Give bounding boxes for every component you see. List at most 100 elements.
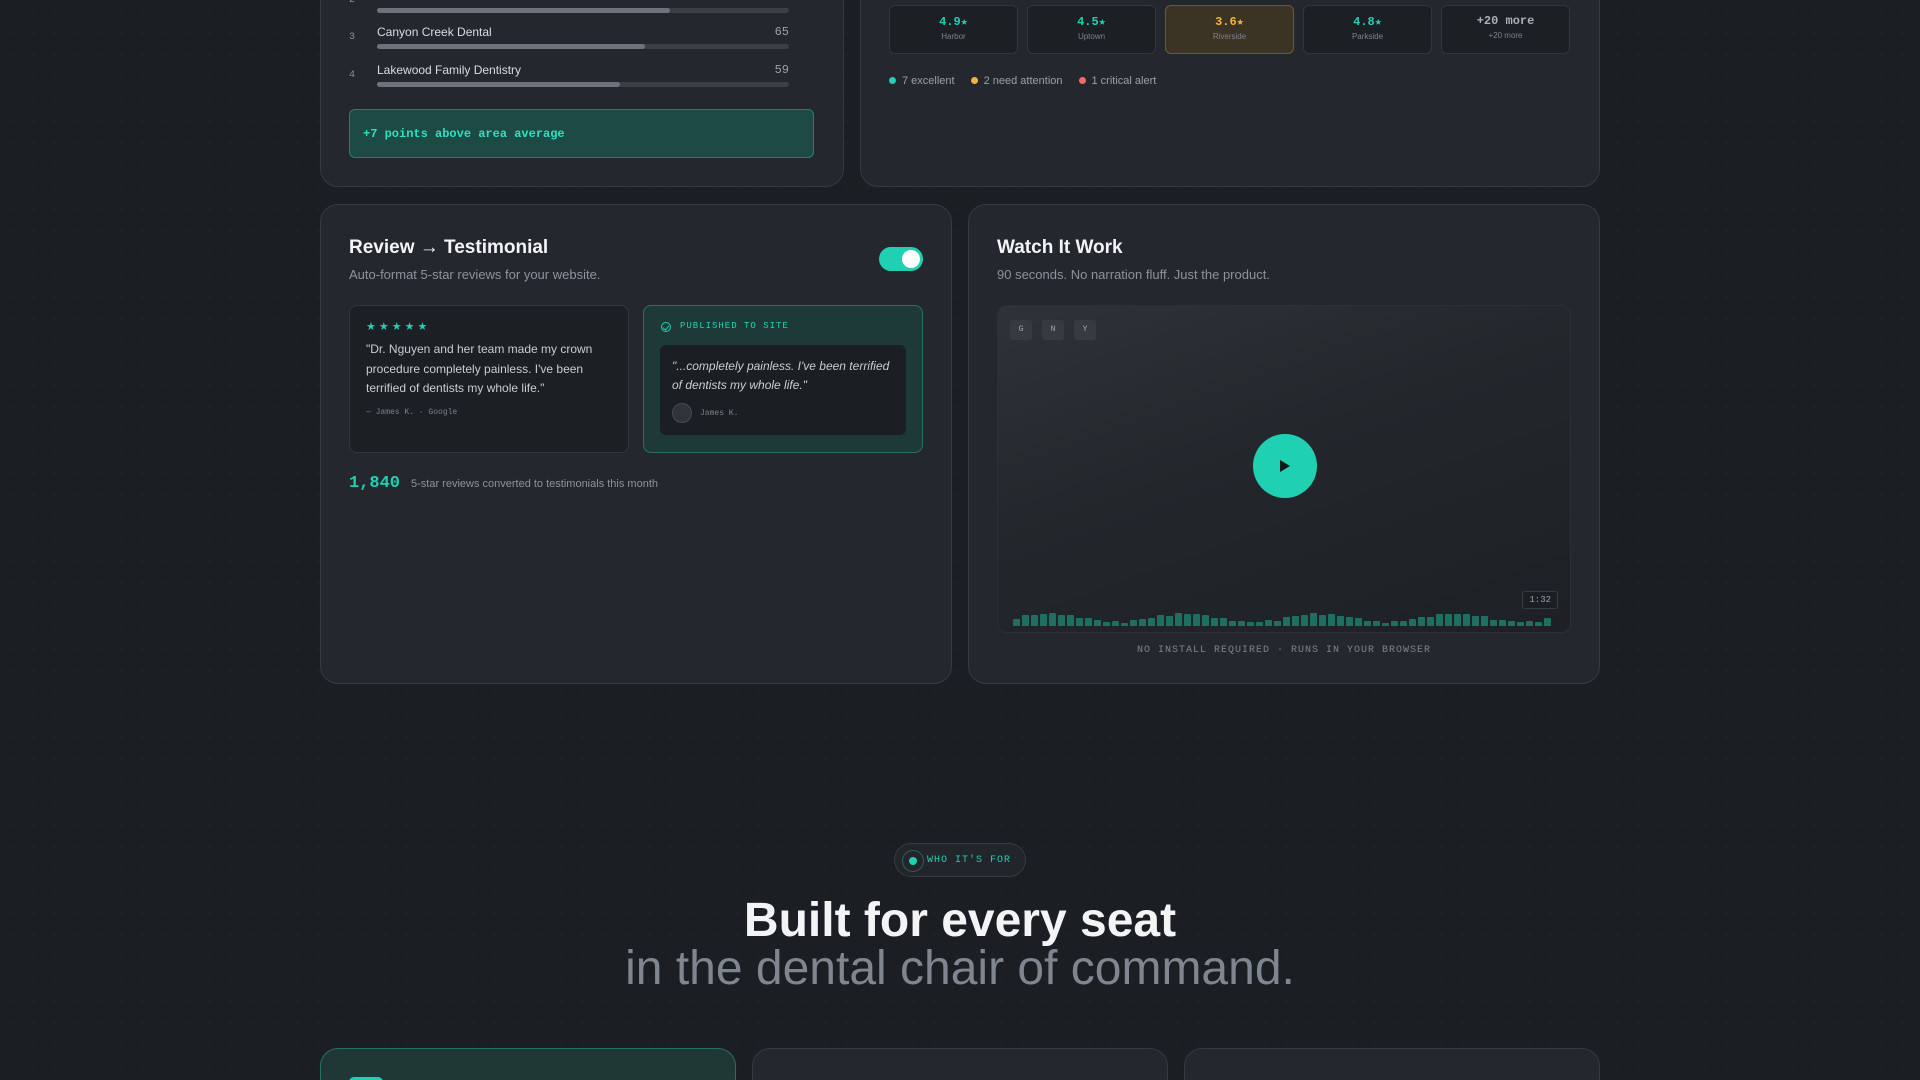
audience-card-1[interactable] [320,1048,736,1080]
location-name: Uptown [1077,32,1106,41]
location-tile-more[interactable]: +20 more +20 more [1441,5,1570,54]
waveform-bar [1283,617,1290,626]
review-testimonial-card: Review → Testimonial Auto-format 5-star … [320,204,952,684]
waveform-bar [1013,619,1020,626]
location-rating: 4.8★ [1353,15,1382,29]
testimonial-author: James K. [700,409,739,418]
waveform-bar [1328,614,1335,626]
who-its-for-pill: WHO IT'S FOR [894,843,1026,877]
rank-score: 65 [774,25,789,39]
location-rating: 4.9★ [939,15,968,29]
legend-attention: 2 need attention [970,75,1063,87]
waveform-bar [1085,618,1092,626]
pill-label: WHO IT'S FOR [927,855,1012,866]
video-duration: 1:32 [1522,591,1558,609]
rank-number: 4 [349,70,356,81]
review-text: "Dr. Nguyen and her team made my crown p… [366,342,593,395]
location-tile-riverside[interactable]: 3.6★ Riverside [1165,5,1294,54]
waveform-bar [1418,617,1425,626]
waveform-bar [1229,621,1236,626]
waveform-bar [1409,619,1416,626]
waveform-bar [1076,618,1083,626]
section-subheadline: in the dental chair of command. [625,942,1295,995]
auto-format-toggle[interactable] [879,247,923,271]
waveform-bar [1274,621,1281,626]
rank-number: 3 [349,32,356,43]
ranking-row-4: 4 Lakewood Family Dentistry 59 [349,63,789,93]
waveform-bar [1364,621,1371,626]
section-headline: Built for every seat [743,894,1177,947]
audience-card-2[interactable] [752,1048,1168,1080]
status-legend: 7 excellent 2 need attention 1 critical … [889,75,1156,87]
waveform-bar [1211,618,1218,626]
waveform-bar [1166,616,1173,626]
waveform-bar [1535,622,1542,626]
waveform-bar [1103,622,1110,626]
waveform-bar [1382,623,1389,626]
waveform-bar [1391,621,1398,626]
status-dot-icon [889,76,896,84]
waveform-bar [1337,616,1344,626]
waveform-bar [1508,621,1515,626]
waveform-bar [1022,615,1029,626]
waveform-bar [1121,623,1128,626]
rank-bar [377,44,789,49]
converted-count: 1,840 [349,474,401,493]
testimonial-preview: "...completely painless. I've been terri… [660,345,906,435]
location-name: +20 more [1488,31,1523,40]
pulse-ring-icon [902,850,924,872]
location-tile-uptown[interactable]: 4.5★ Uptown [1027,5,1156,54]
waveform-bar [1346,617,1353,626]
location-tile-harbor[interactable]: 4.9★ Harbor [889,5,1018,54]
rank-name: Lakewood Family Dentistry [377,63,522,77]
rank-score: 59 [774,63,789,77]
avatar [672,403,692,423]
locations-card: 4.9★ Harbor 4.5★ Uptown 3.6★ Riverside 4… [860,0,1600,187]
location-rating: 3.6★ [1215,15,1244,29]
waveform-bar [1157,615,1164,626]
location-tile-parkside[interactable]: 4.8★ Parkside [1303,5,1432,54]
waveform-bar [1094,620,1101,626]
waveform-bar [1319,615,1326,626]
play-button[interactable] [1253,434,1317,498]
legend-label: 1 critical alert [1091,75,1157,87]
waveform-bar [1238,621,1245,626]
waveform-bar [1256,622,1263,626]
audience-card-3[interactable] [1184,1048,1600,1080]
rank-name: Canyon Creek Dental [377,25,492,39]
waveform-bar [1148,618,1155,626]
waveform-bar [1454,614,1461,626]
waveform-bar [1490,620,1497,626]
waveform-bar [1184,614,1191,626]
location-rating: +20 more [1476,14,1535,28]
rank-bar [377,82,789,87]
area-average-banner: +7 points above area average [349,109,814,158]
waveform-bar [1049,613,1056,626]
waveform-bar [1301,615,1308,626]
rank-bar-fill [377,44,645,49]
waveform-bar [1373,621,1380,626]
waveform-bar [1175,613,1182,626]
video-player[interactable]: G N Y 1:32 [997,305,1571,633]
waveform-bar [1481,616,1488,626]
status-dot-icon [1078,76,1086,84]
shortcut-key: N [1042,320,1064,340]
ranking-card: 2 3 Canyon Creek Dental 65 4 Lakewood Fa… [320,0,844,187]
rank-bar-fill [377,82,621,87]
legend-excellent: 7 excellent [889,75,955,87]
audio-waveform [1013,610,1563,626]
waveform-bar [1292,616,1299,626]
legend-critical: 1 critical alert [1078,75,1157,87]
rank-bar [377,8,789,13]
waveform-bar [1058,615,1065,626]
waveform-bar [1499,620,1506,626]
waveform-bar [1040,614,1047,626]
waveform-bar [1202,615,1209,626]
waveform-bar [1526,621,1533,626]
waveform-bar [1517,622,1524,626]
waveform-bar [1310,613,1317,626]
waveform-bar [1472,616,1479,626]
status-dot-icon [909,857,917,865]
waveform-bar [1220,618,1227,626]
waveform-bar [1355,618,1362,626]
